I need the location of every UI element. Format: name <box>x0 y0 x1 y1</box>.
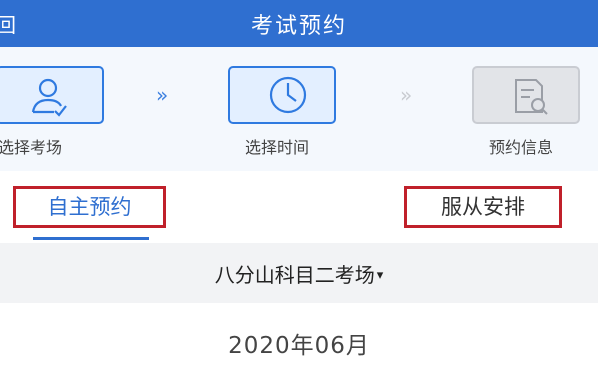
header-bar: 回 考试预约 <box>0 0 598 47</box>
person-icon <box>31 78 67 117</box>
step-select-venue[interactable] <box>0 66 104 124</box>
document-search-icon <box>515 79 548 115</box>
step-progress: 选择考场 » 选择时间 » 预约信息 <box>0 47 598 171</box>
step-label-booking-info: 预约信息 <box>489 138 554 157</box>
active-tab-indicator <box>33 237 149 240</box>
venue-selected-value: 八分山科目二考场 <box>214 263 375 287</box>
tab-self-booking[interactable]: 自主预约 <box>13 186 166 228</box>
tab-follow-arrangement[interactable]: 服从安排 <box>404 186 562 228</box>
booking-mode-tabs: 自主预约 服从安排 <box>0 171 598 243</box>
step-label-select-venue: 选择考场 <box>0 138 63 157</box>
step-booking-info[interactable] <box>472 66 580 124</box>
clock-icon <box>269 76 307 114</box>
step-label-select-time: 选择时间 <box>245 138 310 157</box>
page-title: 考试预约 <box>250 14 347 39</box>
chevron-down-icon: ▾ <box>376 268 384 283</box>
step-select-time[interactable] <box>228 66 336 124</box>
venue-selector[interactable]: 八分山科目二考场 ▾ <box>0 243 598 303</box>
calendar-month: 2020年06月 <box>228 333 370 359</box>
step-arrow-2: » <box>400 83 413 107</box>
step-arrow-1: » <box>156 83 169 107</box>
